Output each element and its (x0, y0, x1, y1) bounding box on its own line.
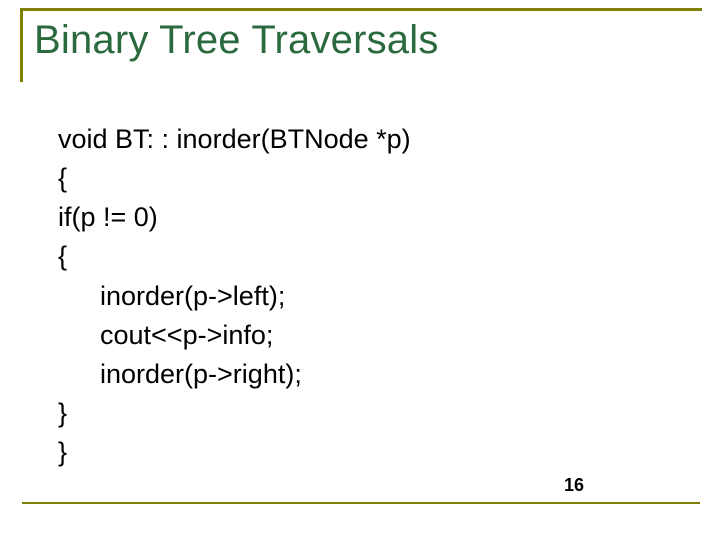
code-line: { (58, 237, 411, 276)
code-line: cout<<p->info; (58, 316, 411, 355)
code-line: } (58, 394, 411, 433)
code-line: inorder(p->right); (58, 355, 411, 394)
slide-title: Binary Tree Traversals (34, 18, 439, 62)
bottom-rule (22, 502, 700, 504)
code-block: void BT: : inorder(BTNode *p) { if(p != … (58, 120, 411, 472)
code-line: if(p != 0) (58, 198, 411, 237)
code-line: } (58, 433, 411, 472)
title-frame-top (20, 8, 702, 11)
code-line: { (58, 159, 411, 198)
title-frame-left (20, 8, 23, 82)
code-line: void BT: : inorder(BTNode *p) (58, 120, 411, 159)
code-line: inorder(p->left); (58, 277, 411, 316)
slide: Binary Tree Traversals void BT: : inorde… (0, 0, 720, 540)
page-number: 16 (560, 475, 588, 496)
